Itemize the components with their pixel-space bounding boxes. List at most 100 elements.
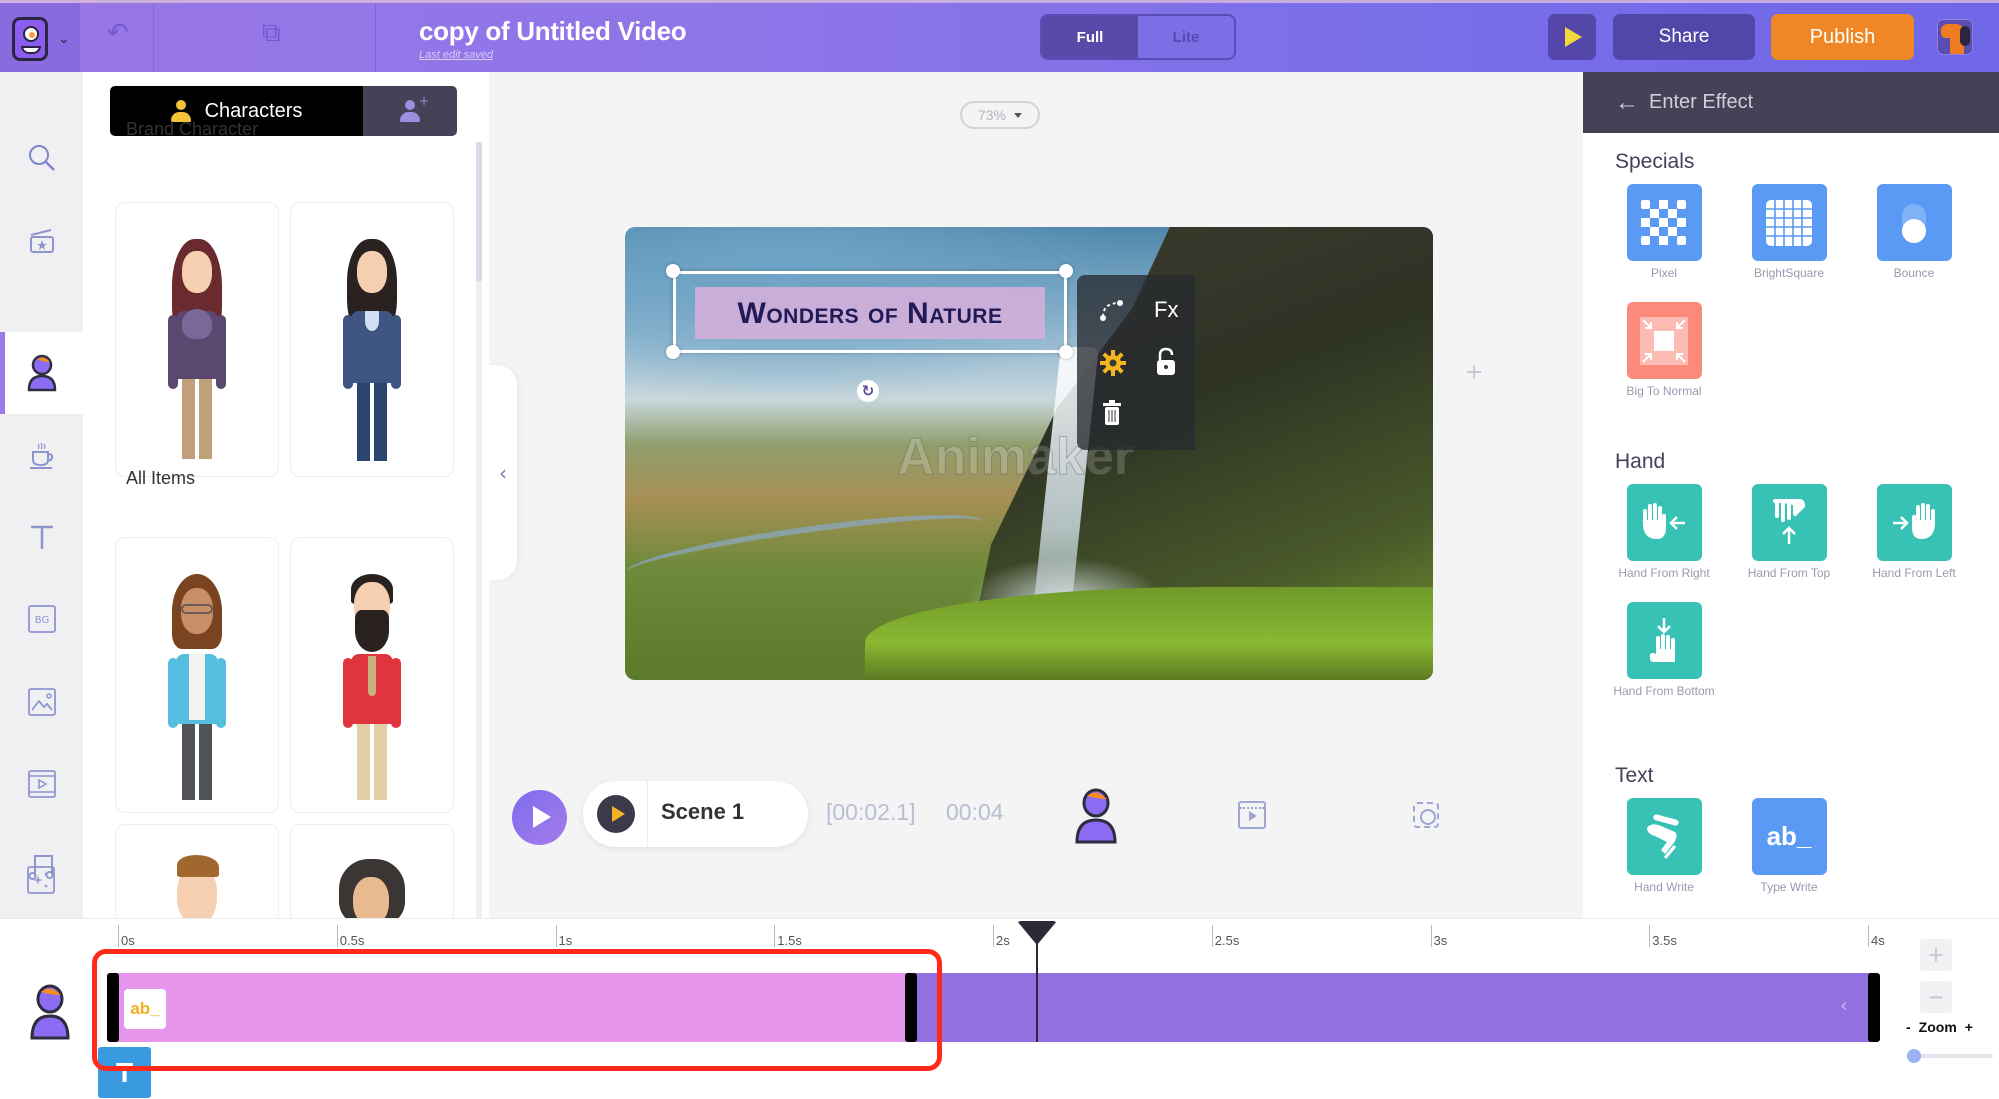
add-scene-plus-icon[interactable]: + [1465, 360, 1483, 385]
zoom-slider-track[interactable] [1913, 1054, 1993, 1058]
canvas-zoom-dropdown[interactable]: 73% [960, 101, 1040, 129]
sidebar-item-properties[interactable] [0, 414, 83, 496]
item-end-handle[interactable] [1868, 973, 1880, 1042]
character-card-woman-dark-hair[interactable] [290, 824, 454, 924]
unlock-icon[interactable] [1155, 347, 1177, 377]
character-figure [162, 239, 232, 469]
collapse-panel-button[interactable]: ‹ [489, 365, 517, 580]
effect-label: Hand From Left [1872, 566, 1956, 580]
project-title[interactable]: copy of Untitled Video [419, 16, 687, 47]
mode-toggle[interactable]: Full Lite [1040, 14, 1236, 60]
zoom-label: Zoom [1918, 1019, 1957, 1035]
effect-hand-from-left[interactable]: Hand From Left [1859, 484, 1969, 580]
resize-handle-bottom-left[interactable] [666, 345, 680, 359]
sidebar-item-effects-icon-wrap[interactable] [26, 864, 56, 898]
sidebar-item-videos[interactable] [0, 742, 83, 824]
effect-hand-from-top[interactable]: Hand From Top [1734, 484, 1844, 580]
gear-icon[interactable] [1099, 349, 1127, 377]
timeline-zoom-in-button[interactable]: + [1920, 939, 1952, 971]
character-card-woman-blue-suit[interactable] [290, 202, 454, 477]
effect-pixel[interactable]: Pixel [1609, 184, 1719, 280]
sidebar-item-images[interactable] [0, 660, 83, 742]
publish-button[interactable]: Publish [1771, 14, 1914, 60]
effect-hand-from-bottom[interactable]: Hand From Bottom [1609, 602, 1719, 698]
top-header: ⌄ ↶ ⧉ copy of Untitled Video Last edit s… [0, 0, 1999, 72]
character-card-woman-glasses[interactable] [115, 537, 279, 813]
rotate-handle-icon[interactable]: ↻ [857, 380, 879, 402]
sidebar-item-templates[interactable] [0, 200, 83, 282]
effect-label: Big To Normal [1626, 384, 1702, 398]
timeline-zoom-out-button[interactable]: − [1920, 981, 1952, 1013]
chevron-down-icon: ⌄ [58, 31, 70, 47]
character-card-man-brown-hair[interactable] [115, 824, 279, 924]
effects-panel-header[interactable]: ← Enter Effect [1583, 72, 1999, 133]
clapperboard-icon [29, 229, 54, 253]
effect-brightsquare[interactable]: BrightSquare [1734, 184, 1844, 280]
effect-label: Hand From Bottom [1613, 684, 1715, 698]
timeline: 0s 0.5s 1s 1.5s 2s 2.5s 3s 3.5s 4s ab_ ‹ T + − -… [0, 918, 1999, 1099]
panel-scrollbar-thumb[interactable] [476, 142, 482, 282]
play-scene-button[interactable] [597, 795, 635, 833]
left-sidebar: BG [0, 72, 83, 918]
copy-icon[interactable]: ⧉ [262, 18, 281, 49]
effect-label: Hand From Top [1747, 566, 1831, 580]
effect-type-write[interactable]: ab_ Type Write [1734, 798, 1844, 894]
playhead-line[interactable] [1035, 929, 1038, 1042]
app-logo-menu[interactable]: ⌄ [0, 3, 79, 72]
brand-character-heading: Brand Character [126, 119, 259, 139]
animation-path-icon[interactable] [1099, 297, 1125, 323]
effects-panel: ← Enter Effect Specials Pixel BrightSqua… [1583, 72, 1999, 918]
effect-hand-write[interactable]: Hand Write [1609, 798, 1719, 894]
scene-selector[interactable]: Scene 1 [583, 781, 808, 847]
timeline-tick-label: 2s [996, 933, 1010, 948]
timeline-tick [118, 925, 119, 947]
selection-box[interactable] [673, 271, 1067, 353]
character-track-icon[interactable] [1073, 788, 1119, 844]
timeline-tick-label: 1.5s [777, 933, 802, 948]
sidebar-item-backgrounds[interactable]: BG [0, 577, 83, 659]
timeline-tick-label: 2.5s [1214, 933, 1240, 948]
trash-icon[interactable] [1102, 400, 1122, 426]
timeline-tick [1430, 925, 1432, 947]
chevron-left-icon: ‹ [499, 460, 507, 485]
characters-panel: Characters + Brand Character All Items [83, 72, 489, 924]
sidebar-item-text[interactable] [0, 496, 83, 578]
zoom-level: 73% [977, 107, 1007, 123]
play-video-button[interactable] [512, 790, 567, 845]
bounce-icon [1876, 184, 1952, 261]
mode-lite-button[interactable]: Lite [1138, 16, 1234, 58]
resize-handle-top-right[interactable] [1059, 264, 1073, 278]
effect-hand-from-right[interactable]: Hand From Right [1609, 484, 1719, 580]
effect-bounce[interactable]: Bounce [1859, 184, 1969, 280]
sidebar-item-characters[interactable] [0, 332, 83, 414]
effect-big-to-normal[interactable]: Big To Normal [1609, 302, 1719, 398]
back-arrow-icon[interactable]: ← [1615, 89, 1639, 117]
add-person-icon: + [400, 94, 429, 122]
timeline-tick [1649, 925, 1651, 947]
all-items-heading: All Items [126, 468, 196, 488]
fx-button[interactable]: Fx [1154, 297, 1178, 323]
annotation-highlight-box [92, 949, 942, 1071]
resize-handle-top-left[interactable] [666, 264, 680, 278]
sidebar-item-search[interactable] [0, 117, 83, 199]
chevron-left-icon[interactable]: ‹ [1840, 993, 1848, 1017]
preview-play-button[interactable] [1548, 14, 1596, 60]
image-icon [27, 688, 56, 716]
camera-focus-icon[interactable] [1413, 802, 1439, 828]
bg-river [625, 502, 987, 592]
video-clip-icon[interactable] [1238, 801, 1266, 829]
undo-icon[interactable]: ↶ [107, 18, 129, 48]
character-card-man-beard[interactable] [290, 537, 454, 813]
hand-write-icon [1626, 798, 1702, 875]
search-icon [28, 145, 55, 171]
share-button[interactable]: Share [1613, 14, 1755, 60]
playhead-handle[interactable] [1016, 921, 1057, 945]
svg-text:BG: BG [34, 615, 48, 626]
zoom-slider-thumb[interactable] [1907, 1049, 1921, 1063]
user-avatar[interactable] [1937, 19, 1973, 55]
resize-handle-bottom-right[interactable] [1059, 345, 1073, 359]
character-card-woman-purple-sweater[interactable] [115, 202, 279, 477]
tab-add-character[interactable]: + [363, 86, 457, 136]
timeline-tick-label: 4s [1871, 933, 1885, 948]
mode-full-button[interactable]: Full [1042, 16, 1138, 58]
